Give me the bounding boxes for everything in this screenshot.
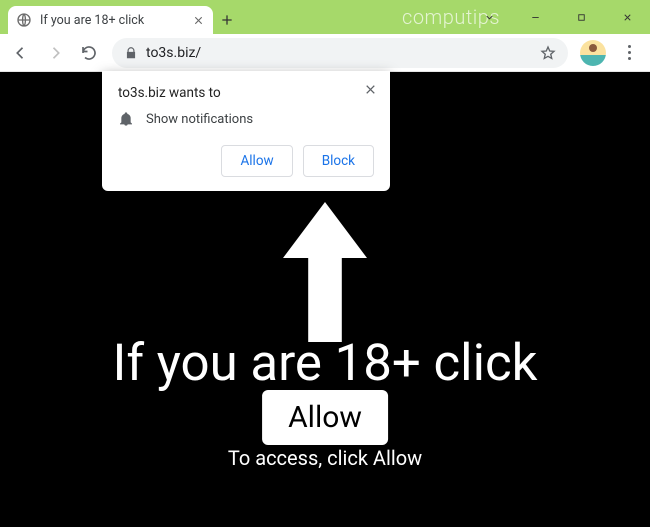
popup-close-button[interactable]: [360, 79, 380, 99]
popup-actions: Allow Block: [118, 145, 374, 177]
window-titlebar: If you are 18+ click computips: [0, 0, 650, 34]
page-subline: To access, click Allow: [0, 446, 650, 470]
page-headline: If you are 18+ click: [0, 334, 650, 393]
block-button[interactable]: Block: [303, 145, 374, 177]
window-minimize-button[interactable]: [512, 0, 558, 34]
popup-permission-row: Show notifications: [118, 111, 374, 127]
window-dropdown-button[interactable]: [466, 0, 512, 34]
lock-icon: [124, 46, 138, 60]
fake-allow-button[interactable]: Allow: [262, 390, 388, 445]
profile-avatar[interactable]: [580, 40, 606, 66]
back-button[interactable]: [6, 38, 36, 68]
window-controls: [466, 0, 650, 34]
browser-tab[interactable]: If you are 18+ click: [8, 6, 213, 34]
forward-button[interactable]: [40, 38, 70, 68]
globe-icon: [16, 12, 32, 28]
bell-icon: [118, 111, 134, 127]
popup-permission-label: Show notifications: [146, 112, 253, 127]
url-text: to3s.biz/: [146, 45, 532, 61]
tab-close-button[interactable]: [191, 13, 205, 27]
bookmark-star-icon[interactable]: [540, 45, 556, 61]
popup-title: to3s.biz wants to: [118, 85, 374, 101]
kebab-menu-button[interactable]: [614, 38, 644, 68]
arrow-up-icon: [280, 202, 370, 346]
address-bar[interactable]: to3s.biz/: [112, 38, 568, 68]
new-tab-button[interactable]: [213, 6, 241, 34]
notification-permission-popup: to3s.biz wants to Show notifications All…: [102, 71, 390, 191]
window-close-button[interactable]: [604, 0, 650, 34]
tab-title: If you are 18+ click: [40, 13, 183, 28]
window-maximize-button[interactable]: [558, 0, 604, 34]
allow-button[interactable]: Allow: [221, 145, 292, 177]
browser-toolbar: to3s.biz/: [0, 34, 650, 72]
reload-button[interactable]: [74, 38, 104, 68]
